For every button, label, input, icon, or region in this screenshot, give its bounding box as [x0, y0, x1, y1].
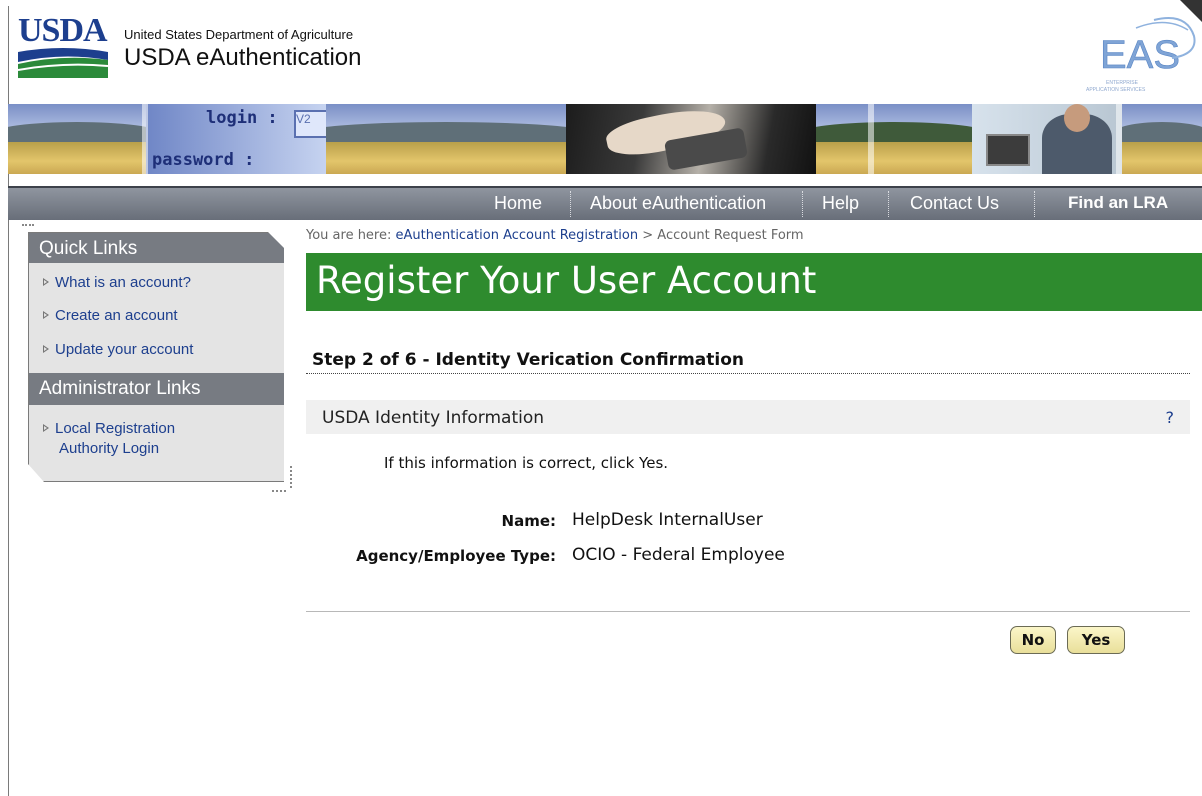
sidebar-dotted-corner	[22, 224, 34, 230]
banner-landscape	[816, 104, 972, 174]
triangle-right-icon	[43, 345, 49, 354]
sidebar-dotted-corner	[272, 482, 286, 492]
sidebar-link-update-account[interactable]: Update your account	[43, 340, 193, 360]
nav-help[interactable]: Help	[822, 193, 859, 214]
eas-logo-subtext: ENTERPRISE	[1106, 80, 1139, 86]
usda-logo[interactable]: USDA	[18, 14, 110, 78]
section-title: USDA Identity Information	[322, 408, 545, 428]
sidebar-link-label: Update your account	[55, 341, 194, 358]
quick-links-title: Quick Links	[39, 238, 138, 259]
agency-type-label: Agency/Employee Type:	[356, 547, 556, 565]
quick-links-heading: Quick Links	[29, 233, 284, 263]
banner-landscape	[1122, 104, 1202, 174]
banner-login-text: login :	[206, 108, 278, 128]
sidebar-link-lra-login[interactable]: Local Registration Authority Login	[43, 419, 175, 459]
admin-links-heading: Administrator Links	[29, 373, 284, 405]
nav-home[interactable]: Home	[494, 193, 542, 214]
eas-logo-text: EAS	[1100, 33, 1180, 77]
sidebar-dotted-corner	[286, 466, 292, 488]
instruction-text: If this information is correct, click Ye…	[384, 454, 669, 472]
help-icon[interactable]: ?	[1166, 408, 1175, 427]
banner-landscape	[8, 104, 146, 174]
banner-landscape	[326, 104, 566, 174]
department-name: United States Department of Agriculture	[124, 27, 354, 42]
breadcrumb-separator: >	[642, 228, 654, 243]
usda-logo-text: USDA	[18, 12, 108, 49]
nav-find-lra[interactable]: Find an LRA	[1068, 193, 1168, 213]
top-nav: Home About eAuthentication Help Contact …	[8, 186, 1202, 220]
eas-logo-icon: EAS ENTERPRISE APPLICATION SERVICES	[1086, 17, 1196, 93]
sidebar-link-label: Local Registration	[55, 420, 176, 437]
header-banner: login : password : V2	[8, 104, 1202, 174]
triangle-right-icon	[43, 311, 49, 320]
name-label: Name:	[501, 512, 556, 530]
page-title-bar: Register Your User Account	[306, 253, 1202, 311]
name-value: HelpDesk InternalUser	[572, 510, 763, 530]
site-name: USDA eAuthentication	[124, 44, 362, 71]
no-button[interactable]: No	[1010, 626, 1056, 654]
nav-contact-us[interactable]: Contact Us	[910, 193, 999, 214]
banner-person-photo	[972, 104, 1122, 174]
step-heading: Step 2 of 6 - Identity Verication Confir…	[312, 350, 744, 370]
breadcrumb-link[interactable]: eAuthentication Account Registration	[396, 228, 639, 243]
form-divider	[306, 611, 1190, 612]
breadcrumb-prefix: You are here:	[306, 228, 392, 243]
section-header: USDA Identity Information ?	[306, 400, 1190, 434]
triangle-right-icon	[43, 278, 49, 287]
banner-login-graphic: login : password : V2	[146, 104, 328, 174]
banner-field-box: V2	[294, 110, 328, 138]
eas-logo-subtext-2: APPLICATION SERVICES	[1086, 87, 1146, 93]
banner-hands-photo	[566, 104, 816, 174]
usda-logo-band-icon	[18, 48, 108, 78]
step-divider	[306, 373, 1190, 374]
nav-separator	[888, 191, 889, 217]
sidebar-link-label-line2: Authority Login	[59, 440, 160, 457]
banner-password-text: password :	[152, 150, 255, 170]
triangle-right-icon	[43, 424, 49, 433]
breadcrumb: You are here: eAuthentication Account Re…	[306, 228, 804, 243]
sidebar-link-create-account[interactable]: Create an account	[43, 306, 178, 326]
sidebar-link-label: Create an account	[55, 307, 178, 324]
nav-separator	[1034, 191, 1035, 217]
agency-type-value: OCIO - Federal Employee	[572, 545, 785, 565]
nav-separator	[570, 191, 571, 217]
yes-button[interactable]: Yes	[1067, 626, 1125, 654]
nav-about[interactable]: About eAuthentication	[590, 193, 766, 214]
sidebar-link-label: What is an account?	[55, 274, 191, 291]
breadcrumb-current: Account Request Form	[657, 228, 804, 243]
page-title: Register Your User Account	[316, 259, 817, 302]
sidebar-link-what-is-account[interactable]: What is an account?	[43, 273, 191, 293]
nav-separator	[802, 191, 803, 217]
admin-links-title: Administrator Links	[39, 378, 201, 399]
sidebar: Quick Links What is an account? Create a…	[28, 232, 284, 482]
